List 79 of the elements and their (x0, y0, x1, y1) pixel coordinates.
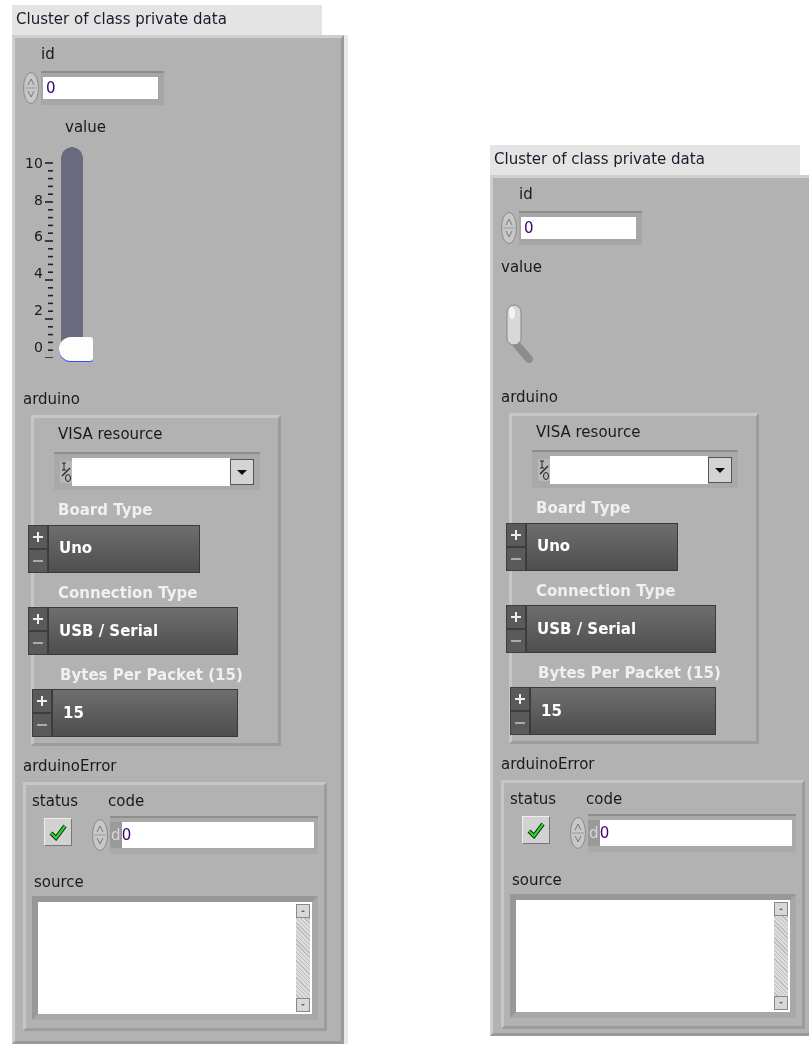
field-value: 0 (121, 821, 314, 848)
control-label: Bytes Per Packet (15) (538, 662, 722, 683)
dropdown-button[interactable] (230, 459, 254, 486)
control-label: Board Type (58, 500, 154, 521)
text-area[interactable] (510, 893, 796, 1018)
slider-thumb[interactable] (58, 336, 93, 361)
increment-button[interactable] (28, 606, 48, 631)
scale-label: 10 (25, 154, 43, 171)
control-label: arduino (501, 386, 559, 407)
field-value: 0 (599, 819, 792, 846)
numeric-field[interactable]: 0 (519, 210, 642, 245)
control-label: Bytes Per Packet (15) (60, 664, 244, 685)
cluster-title: Cluster of class private data (490, 145, 800, 176)
decrement-button[interactable] (510, 711, 530, 735)
control-label: arduinoError (23, 756, 118, 777)
scale-label: 0 (33, 338, 43, 355)
numeric-field[interactable]: d0 (110, 815, 318, 854)
visa-field[interactable] (532, 450, 738, 489)
increment-button[interactable] (506, 522, 526, 547)
control-label: value (65, 116, 107, 137)
radix-label: d (588, 819, 600, 846)
ring-field[interactable]: USB / Serial (526, 604, 716, 653)
ring-field[interactable]: USB / Serial (48, 606, 238, 655)
control-label: id (41, 44, 56, 65)
control-label: Connection Type (536, 580, 677, 601)
scale-label: 6 (33, 228, 43, 245)
control-label: code (586, 789, 624, 810)
radix-label: d (110, 821, 122, 848)
scale-label: 8 (33, 191, 43, 208)
check-icon (527, 820, 545, 839)
control-label: status (32, 791, 79, 812)
control-label: code (108, 791, 146, 812)
control-label: Board Type (536, 498, 632, 519)
plus-icon (33, 531, 43, 542)
plus-icon (511, 611, 521, 622)
plus-icon (515, 694, 525, 704)
decrement-button[interactable] (506, 628, 526, 653)
control-label: arduinoError (501, 754, 596, 775)
decrement-button[interactable] (28, 548, 48, 573)
increment-button[interactable] (28, 524, 48, 549)
plus-icon (37, 696, 47, 706)
control-label: Connection Type (58, 582, 199, 603)
decrement-button[interactable] (32, 713, 52, 737)
scroll-down-button[interactable] (774, 995, 788, 1010)
control-label: VISA resource (58, 424, 164, 445)
io-icon (538, 459, 550, 482)
cluster-title: Cluster of class private data (12, 5, 322, 36)
dropdown-button[interactable] (708, 457, 732, 484)
control-label: value (501, 256, 543, 277)
scroll-up-button[interactable] (774, 901, 788, 916)
increment-button[interactable] (506, 604, 526, 629)
ring-field[interactable]: 15 (52, 689, 238, 737)
scroll-up-button[interactable] (296, 903, 310, 918)
scale-label: 2 (33, 301, 43, 318)
scale-label: 4 (33, 265, 43, 282)
decrement-button[interactable] (28, 630, 48, 655)
scrollbar[interactable] (774, 901, 788, 1010)
visa-field[interactable] (54, 452, 260, 491)
increment-button[interactable] (32, 689, 52, 713)
control-label: arduino (23, 388, 81, 409)
control-label: status (510, 789, 557, 810)
control-label: id (519, 184, 534, 205)
control-label: VISA resource (536, 422, 642, 443)
increment-button[interactable] (510, 687, 530, 711)
ring-field[interactable]: 15 (530, 687, 716, 735)
plus-icon (33, 613, 43, 624)
control-label: source (512, 869, 563, 890)
scroll-down-button[interactable] (296, 997, 310, 1012)
control-label: source (34, 871, 85, 892)
check-icon (49, 822, 67, 841)
io-icon (60, 461, 72, 484)
numeric-field[interactable]: 0 (41, 70, 164, 105)
plus-icon (511, 529, 521, 540)
scrollbar[interactable] (296, 903, 310, 1012)
decrement-button[interactable] (506, 546, 526, 571)
ring-field[interactable]: Uno (48, 524, 200, 573)
numeric-field[interactable]: d0 (588, 813, 796, 852)
text-area[interactable] (32, 895, 318, 1020)
ring-field[interactable]: Uno (526, 522, 678, 571)
